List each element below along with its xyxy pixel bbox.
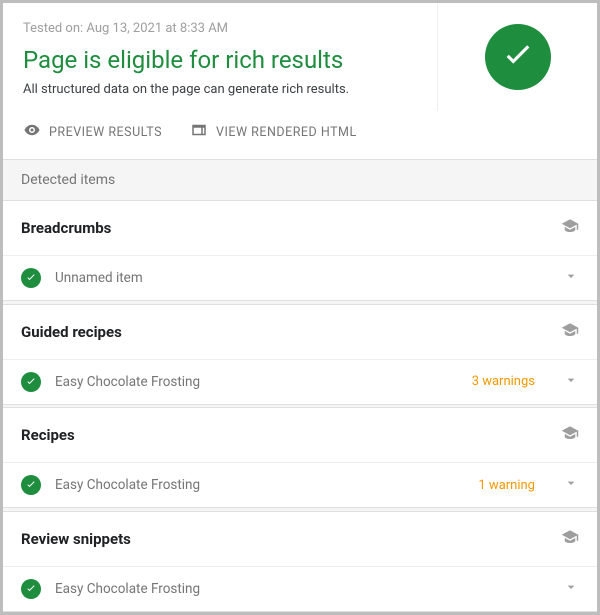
header: Tested on: Aug 13, 2021 at 8:33 AM Page … [3,3,597,111]
category-guided-recipes: Guided recipes Easy Chocolate Frosting 3… [3,305,597,405]
category-recipes: Recipes Easy Chocolate Frosting 1 warnin… [3,408,597,508]
graduation-cap-icon [561,528,579,550]
preview-label: PREVIEW RESULTS [49,125,162,140]
detected-item-row[interactable]: Easy Chocolate Frosting 3 warnings [3,359,597,404]
category-review-snippets: Review snippets Easy Chocolate Frosting [3,512,597,612]
chevron-down-icon [563,372,579,392]
graduation-cap-icon [561,424,579,446]
view-rendered-html-button[interactable]: VIEW RENDERED HTML [190,121,357,143]
detected-item-row[interactable]: Easy Chocolate Frosting 1 warning [3,462,597,507]
item-label: Easy Chocolate Frosting [55,477,464,493]
category-header[interactable]: Review snippets [3,512,597,566]
graduation-cap-icon [561,321,579,343]
results-panel: Tested on: Aug 13, 2021 at 8:33 AM Page … [0,0,600,615]
item-label: Easy Chocolate Frosting [55,374,458,390]
header-text-block: Tested on: Aug 13, 2021 at 8:33 AM Page … [3,3,437,111]
category-title: Breadcrumbs [21,219,111,237]
chevron-down-icon [563,268,579,288]
category-header[interactable]: Recipes [3,408,597,462]
page-title: Page is eligible for rich results [23,46,417,74]
category-header[interactable]: Guided recipes [3,305,597,359]
check-circle-icon [21,372,41,392]
preview-results-button[interactable]: PREVIEW RESULTS [23,121,162,143]
chevron-down-icon [563,475,579,495]
graduation-cap-icon [561,217,579,239]
eye-icon [23,121,41,143]
status-badge-area [437,3,597,111]
category-header[interactable]: Breadcrumbs [3,201,597,255]
page-subtitle: All structured data on the page can gene… [23,82,417,97]
check-circle-icon [21,579,41,599]
tested-on-text: Tested on: Aug 13, 2021 at 8:33 AM [23,21,417,36]
success-check-icon [485,24,551,90]
chevron-down-icon [563,579,579,599]
actions-bar: PREVIEW RESULTS VIEW RENDERED HTML [3,111,597,160]
category-breadcrumbs: Breadcrumbs Unnamed item [3,201,597,301]
tested-value: Aug 13, 2021 at 8:33 AM [86,21,228,36]
item-label: Unnamed item [55,270,521,286]
category-title: Recipes [21,426,75,444]
warning-text: 3 warnings [472,374,535,389]
rendered-label: VIEW RENDERED HTML [216,125,357,140]
check-circle-icon [21,475,41,495]
web-icon [190,121,208,143]
detected-items-label: Detected items [3,160,597,201]
item-label: Easy Chocolate Frosting [55,581,521,597]
warning-text: 1 warning [478,478,535,493]
category-title: Guided recipes [21,323,122,341]
category-title: Review snippets [21,530,131,548]
detected-item-row[interactable]: Unnamed item [3,255,597,300]
check-circle-icon [21,268,41,288]
tested-prefix: Tested on: [23,21,86,36]
detected-item-row[interactable]: Easy Chocolate Frosting [3,566,597,611]
